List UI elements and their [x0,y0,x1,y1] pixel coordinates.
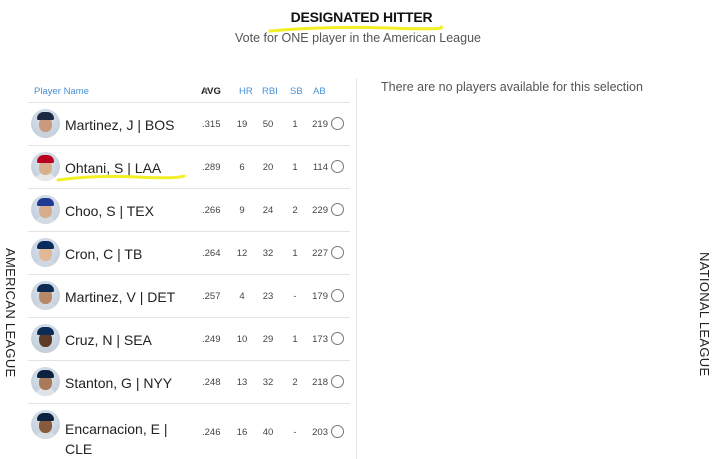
avatar-cap [37,413,54,421]
player-name: Martinez, J | BOS [65,117,175,133]
avatar-cap [37,241,54,249]
vote-radio[interactable] [331,289,344,302]
player-name: Cron, C | TB [65,246,143,262]
vote-radio[interactable] [331,203,344,216]
player-avatar [31,410,60,439]
player-avatar [31,281,60,310]
player-name: Cruz, N | SEA [65,332,152,348]
avatar-cap [37,284,54,292]
player-row[interactable]: Martinez, J | BOS .315 19 50 1 219 [28,102,350,146]
player-row[interactable]: Stanton, G | NYY .248 13 32 2 218 [28,361,350,404]
national-league-label: NATIONAL LEAGUE [697,252,712,377]
stat-hr: 9 [239,205,245,216]
column-header-ab[interactable]: AB [313,86,326,97]
vote-radio[interactable] [331,246,344,259]
stat-avg: .289 [202,162,221,173]
column-header-hr[interactable]: HR [239,86,253,97]
stat-hr: 10 [236,334,248,345]
stat-rbi: 24 [262,205,274,216]
vote-radio[interactable] [331,160,344,173]
player-avatar [31,324,60,353]
stat-rbi: 20 [262,162,274,173]
league-divider [356,78,357,459]
player-avatar [31,238,60,267]
stat-sb: 1 [292,162,298,173]
stat-ab: 219 [312,119,328,130]
page-subtitle: Vote for ONE player in the American Leag… [235,31,481,45]
stat-avg: .246 [202,427,221,438]
stat-ab: 114 [312,162,328,173]
player-row[interactable]: Choo, S | TEX .266 9 24 2 229 [28,189,350,232]
sort-desc-icon: ▼ [202,86,210,95]
stat-ab: 173 [312,334,328,345]
avatar-cap [37,155,54,163]
player-row[interactable]: Ohtani, S | LAA .289 6 20 1 114 [28,146,350,189]
stat-hr: 19 [236,119,248,130]
stat-hr: 13 [236,377,248,388]
player-row[interactable]: Encarnacion, E | CLE .246 16 40 - 203 [28,404,350,457]
player-avatar [31,152,60,181]
player-name: Martinez, V | DET [65,289,176,305]
stat-hr: 4 [239,291,245,302]
player-name: Encarnacion, E | CLE [65,421,168,457]
stat-sb: - [293,291,297,302]
stat-avg: .248 [202,377,221,388]
stat-hr: 6 [239,162,245,173]
avatar-cap [37,370,54,378]
stat-rbi: 32 [262,377,274,388]
player-avatar [31,109,60,138]
stat-avg: .315 [202,119,221,130]
stat-rbi: 29 [262,334,274,345]
player-name: Choo, S | TEX [65,203,154,219]
vote-radio[interactable] [331,425,344,438]
column-header-rbi[interactable]: RBI [262,86,278,97]
column-header-player-name[interactable]: Player Name [34,86,89,97]
stat-rbi: 40 [262,427,274,438]
stat-sb: 1 [292,119,298,130]
stat-sb: 1 [292,248,298,259]
stat-sb: 2 [292,377,298,388]
stat-avg: .264 [202,248,221,259]
vote-radio[interactable] [331,117,344,130]
vote-radio[interactable] [331,332,344,345]
stat-sb: 2 [292,205,298,216]
avatar-cap [37,327,54,335]
stat-rbi: 50 [262,119,274,130]
stat-hr: 12 [236,248,248,259]
page-title: DESIGNATED HITTER [290,9,433,25]
stat-ab: 229 [312,205,328,216]
vote-radio[interactable] [331,375,344,388]
player-avatar [31,367,60,396]
stat-avg: .266 [202,205,221,216]
stat-hr: 16 [236,427,248,438]
american-league-label: AMERICAN LEAGUE [3,248,18,378]
stat-ab: 227 [312,248,328,259]
player-avatar [31,195,60,224]
column-header-sb[interactable]: SB [290,86,303,97]
player-name: Stanton, G | NYY [65,375,173,391]
stat-sb: 1 [292,334,298,345]
player-row[interactable]: Martinez, V | DET .257 4 23 - 179 [28,275,350,318]
stat-rbi: 32 [262,248,274,259]
player-row[interactable]: Cron, C | TB .264 12 32 1 227 [28,232,350,275]
stat-rbi: 23 [262,291,274,302]
table-header: Player Name AVG ▼ HR RBI SB AB [34,86,326,97]
stat-avg: .249 [202,334,221,345]
stat-sb: - [293,427,297,438]
stat-ab: 218 [312,377,328,388]
avatar-cap [37,198,54,206]
stat-avg: .257 [202,291,221,302]
stat-ab: 203 [312,427,328,438]
player-row[interactable]: Cruz, N | SEA .249 10 29 1 173 [28,318,350,361]
avatar-cap [37,112,54,120]
player-name: Ohtani, S | LAA [65,160,162,176]
stat-ab: 179 [312,291,328,302]
empty-state-message: There are no players available for this … [381,80,643,94]
player-list: Martinez, J | BOS .315 19 50 1 219 Ohtani, S |… [28,102,350,457]
